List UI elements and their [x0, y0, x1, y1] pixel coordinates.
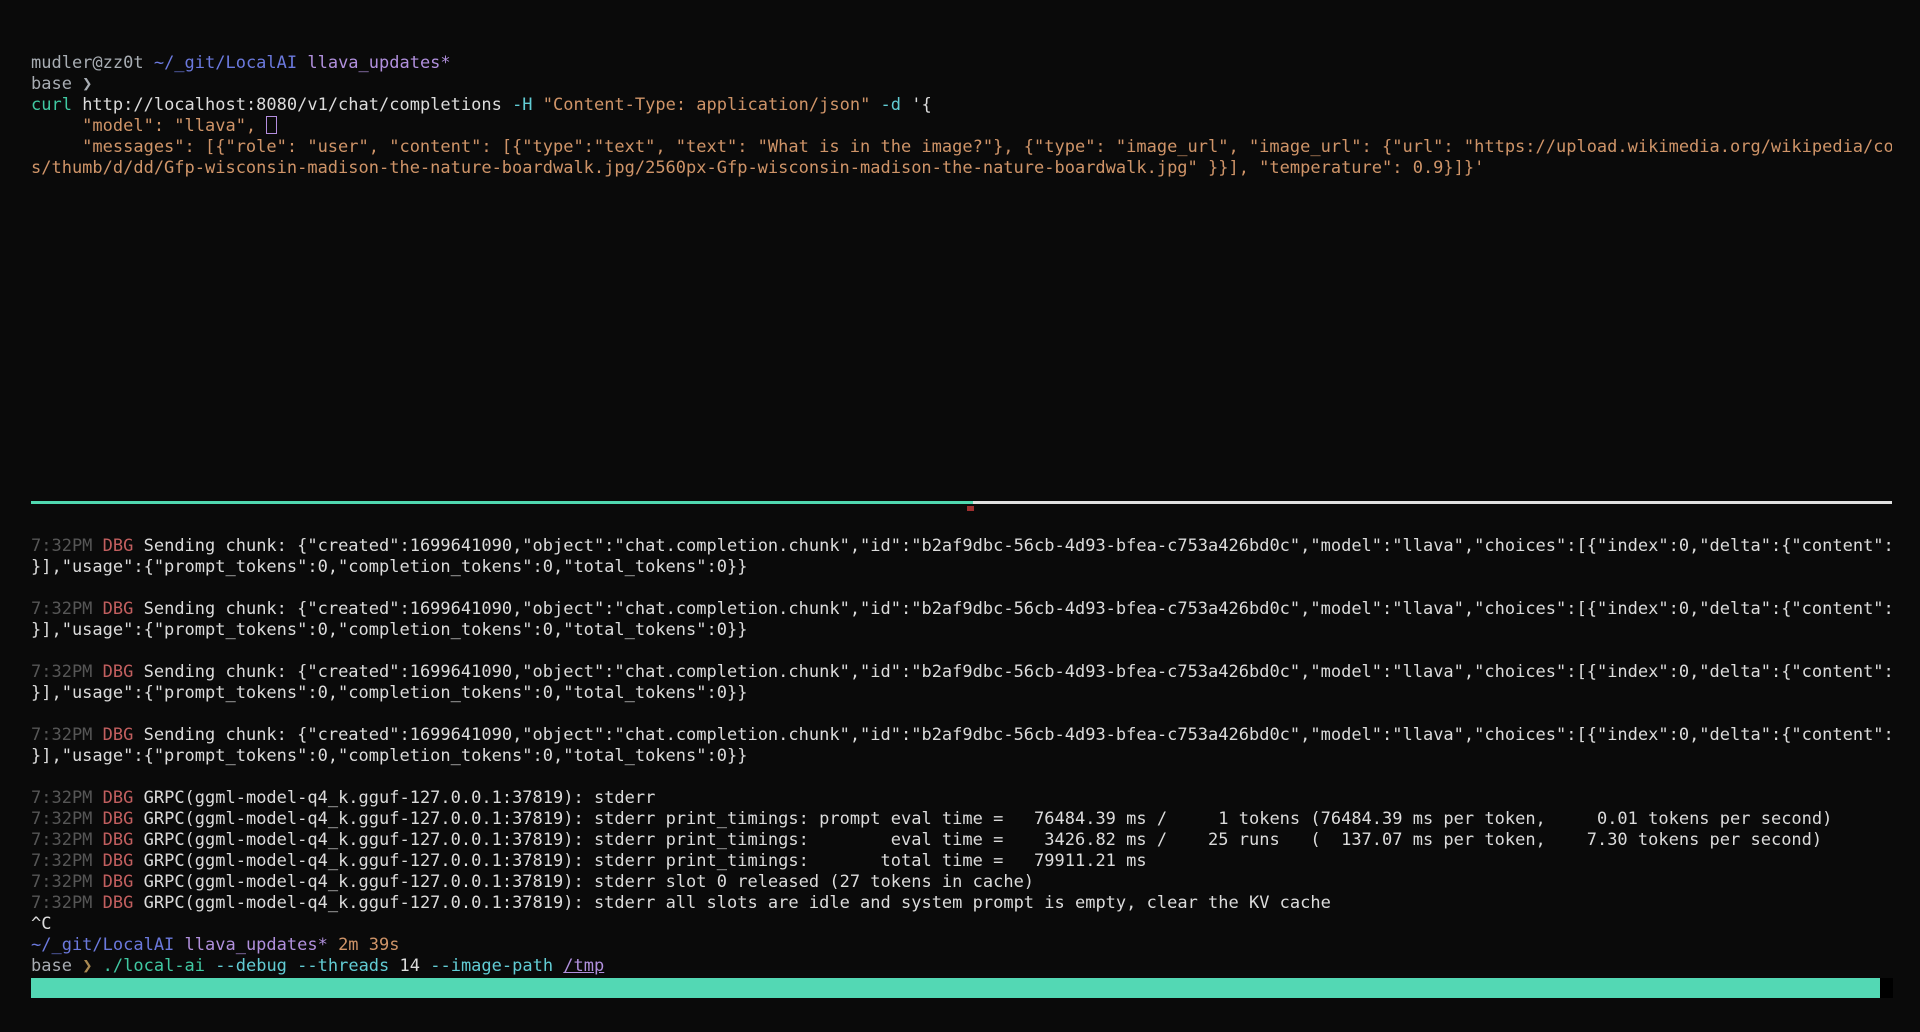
log-chunk-3b: }],"usage":{"prompt_tokens":0,"completio… [31, 683, 1892, 704]
json-body-messages-line: "messages": [{"role": "user", "content":… [31, 137, 1892, 158]
divider-red-mark [967, 506, 974, 511]
terminal-text-segment: 7:32PM [31, 662, 103, 682]
prompt-context-line-2: ~/_git/LocalAI llava_updates* 2m 39s [31, 935, 1892, 956]
terminal-text-segment: --debug [215, 956, 297, 976]
sigint-line: ^C [31, 914, 1892, 935]
terminal-text-segment: 7:32PM [31, 830, 103, 850]
log-grpc-eval: 7:32PM DBG GRPC(ggml-model-q4_k.gguf-127… [31, 830, 1892, 851]
prompt-context-line: mudler@zz0t ~/_git/LocalAI llava_updates… [31, 53, 1892, 74]
terminal-text-segment: DBG [103, 725, 144, 745]
log-grpc-idle: 7:32PM DBG GRPC(ggml-model-q4_k.gguf-127… [31, 893, 1892, 914]
terminal-text-segment: 7:32PM [31, 725, 103, 745]
log-chunk-1a: 7:32PM DBG Sending chunk: {"created":169… [31, 536, 1892, 557]
terminal-text-segment: DBG [103, 893, 144, 913]
terminal-text-segment: 7:32PM [31, 893, 103, 913]
terminal-text-segment: "Content-Type: application/json" [533, 95, 881, 115]
log-chunk-1b: }],"usage":{"prompt_tokens":0,"completio… [31, 557, 1892, 578]
terminal-text-segment: llava_updates* [185, 935, 339, 955]
command-line-localai: base ❯ ./local-ai --debug --threads 14 -… [31, 956, 1892, 977]
terminal-text-segment: Sending chunk: {"created":1699641090,"ob… [144, 725, 1892, 745]
terminal-text-segment: GRPC(ggml-model-q4_k.gguf-127.0.0.1:3781… [144, 809, 1833, 829]
log-chunk-4a: 7:32PM DBG Sending chunk: {"created":169… [31, 725, 1892, 746]
pane-divider[interactable] [31, 501, 1892, 504]
terminal-text-segment: GRPC(ggml-model-q4_k.gguf-127.0.0.1:3781… [144, 851, 1147, 871]
tmux-status-bar: [0] <0:zsh 21:zsh 22:zsh 23:zsh 24:zsh 2… [31, 978, 1893, 998]
log-grpc-prompt-eval: 7:32PM DBG GRPC(ggml-model-q4_k.gguf-127… [31, 809, 1892, 830]
terminal-text-segment: ./local-ai [103, 956, 216, 976]
terminal-text-segment: base [31, 956, 82, 976]
terminal-text-segment: 7:32PM [31, 809, 103, 829]
pane-divider-inactive-segment [973, 501, 1892, 504]
terminal-text-segment: 7:32PM [31, 536, 103, 556]
terminal-text-segment: DBG [103, 830, 144, 850]
terminal-text-segment: }],"usage":{"prompt_tokens":0,"completio… [31, 620, 747, 640]
terminal-text-segment: '{ [901, 95, 932, 115]
terminal-text-segment: ^C [31, 914, 51, 934]
terminal-text-segment: Sending chunk: {"created":1699641090,"ob… [144, 536, 1892, 556]
terminal-text-segment: DBG [103, 809, 144, 829]
terminal-text-segment: 7:32PM [31, 788, 103, 808]
terminal-text-segment: DBG [103, 851, 144, 871]
terminal-text-segment: -H [512, 95, 532, 115]
blank-line [31, 767, 1892, 788]
terminal-text-segment: DBG [103, 872, 144, 892]
pane-divider-active-segment [31, 501, 973, 504]
status-bar-cursor-block [1880, 978, 1893, 998]
terminal-text-segment: 14 [400, 956, 431, 976]
terminal-text-segment: ❯ [82, 956, 102, 976]
blank-line [31, 641, 1892, 662]
terminal-text-segment: 2m 39s [338, 935, 399, 955]
terminal-text-segment: curl [31, 95, 72, 115]
terminal-text-segment: GRPC(ggml-model-q4_k.gguf-127.0.0.1:3781… [144, 788, 656, 808]
terminal-text-segment: GRPC(ggml-model-q4_k.gguf-127.0.0.1:3781… [144, 893, 1331, 913]
terminal-text-segment: --threads [297, 956, 399, 976]
terminal-cursor [266, 116, 277, 134]
log-grpc-total: 7:32PM DBG GRPC(ggml-model-q4_k.gguf-127… [31, 851, 1892, 872]
terminal-text-segment: mudler@zz0t [31, 53, 154, 73]
terminal-text-segment: /tmp [563, 956, 604, 976]
log-chunk-4b: }],"usage":{"prompt_tokens":0,"completio… [31, 746, 1892, 767]
terminal-window[interactable]: mudler@zz0t ~/_git/LocalAI llava_updates… [0, 0, 1920, 1032]
terminal-text-segment: s/thumb/d/dd/Gfp-wisconsin-madison-the-n… [31, 158, 1484, 178]
terminal-text-segment: DBG [103, 788, 144, 808]
terminal-text-segment: DBG [103, 536, 144, 556]
terminal-text-segment: base ❯ [31, 74, 92, 94]
log-chunk-3a: 7:32PM DBG Sending chunk: {"created":169… [31, 662, 1892, 683]
json-body-url-wrap-line: s/thumb/d/dd/Gfp-wisconsin-madison-the-n… [31, 158, 1892, 179]
terminal-text-segment: Sending chunk: {"created":1699641090,"ob… [144, 662, 1892, 682]
terminal-text-segment: }],"usage":{"prompt_tokens":0,"completio… [31, 557, 747, 577]
terminal-text-segment: 7:32PM [31, 872, 103, 892]
terminal-text-segment: --image-path [430, 956, 563, 976]
terminal-text-segment: GRPC(ggml-model-q4_k.gguf-127.0.0.1:3781… [144, 872, 1034, 892]
empty-region [31, 179, 1892, 501]
log-chunk-2b: }],"usage":{"prompt_tokens":0,"completio… [31, 620, 1892, 641]
terminal-text-segment: -d [881, 95, 901, 115]
log-grpc-slot-released: 7:32PM DBG GRPC(ggml-model-q4_k.gguf-127… [31, 872, 1892, 893]
prompt-line: base ❯ [31, 74, 1892, 95]
terminal-text-segment: DBG [103, 599, 144, 619]
log-chunk-2a: 7:32PM DBG Sending chunk: {"created":169… [31, 599, 1892, 620]
terminal-text-segment: Sending chunk: {"created":1699641090,"ob… [144, 599, 1892, 619]
terminal-text-segment: llava_updates* [307, 53, 450, 73]
terminal-text-segment: http://localhost:8080/v1/chat/completion… [72, 95, 512, 115]
json-body-model-line: "model": "llava", [31, 116, 1892, 137]
terminal-text-segment: "messages": [{"role": "user", "content":… [31, 137, 1892, 157]
terminal-text-segment: }],"usage":{"prompt_tokens":0,"completio… [31, 683, 747, 703]
terminal-text-segment: DBG [103, 662, 144, 682]
command-line-curl: curl http://localhost:8080/v1/chat/compl… [31, 95, 1892, 116]
blank-line [31, 578, 1892, 599]
terminal-text-segment: ~/_git/LocalAI [154, 53, 308, 73]
terminal-text-segment: "model": "llava", [31, 116, 266, 136]
log-grpc-stderr: 7:32PM DBG GRPC(ggml-model-q4_k.gguf-127… [31, 788, 1892, 809]
blank-line [31, 704, 1892, 725]
terminal-text-segment: 7:32PM [31, 851, 103, 871]
terminal-text-segment: GRPC(ggml-model-q4_k.gguf-127.0.0.1:3781… [144, 830, 1823, 850]
terminal-text-segment: }],"usage":{"prompt_tokens":0,"completio… [31, 746, 747, 766]
terminal-text-segment: ~/_git/LocalAI [31, 935, 185, 955]
terminal-text-segment: 7:32PM [31, 599, 103, 619]
